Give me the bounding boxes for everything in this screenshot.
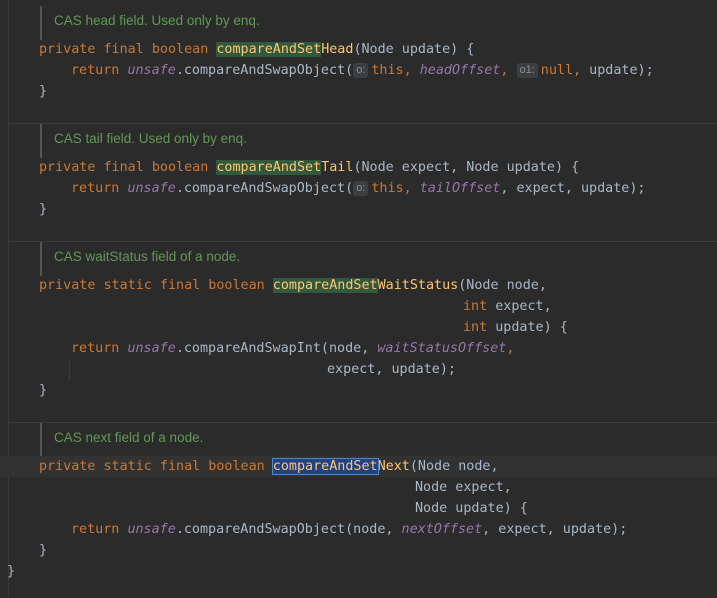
method-name: WaitStatus	[377, 278, 459, 293]
comma: ,	[403, 181, 420, 196]
field-ref: waitStatusOffset	[377, 341, 507, 356]
closing-brace: }	[39, 202, 48, 217]
method-name: Head	[321, 42, 354, 57]
search-highlight: compareAndSet	[272, 278, 378, 293]
keyword: private final boolean	[39, 42, 217, 57]
search-highlight: compareAndSet	[216, 42, 322, 57]
args: , expect, update);	[482, 522, 628, 537]
param-hint: o:	[353, 181, 369, 196]
keyword: this	[371, 181, 404, 196]
params: (Node expect, Node update) {	[353, 160, 580, 175]
param-continuation[interactable]: int update) {	[463, 317, 568, 338]
method-call: .compareAndSwapObject(	[175, 63, 354, 78]
return-statement[interactable]: return unsafe.compareAndSwapObject(o: thi…	[71, 178, 646, 199]
return-statement[interactable]: return unsafe.compareAndSwapObject(node,…	[71, 519, 627, 540]
doc-comment-text: CAS tail field. Used only by enq.	[54, 131, 247, 146]
keyword: private static final boolean	[39, 278, 273, 293]
keyword: return	[71, 181, 128, 196]
params: (Node node,	[409, 459, 499, 474]
keyword: null	[540, 63, 574, 78]
keyword: int	[463, 299, 488, 314]
params: expect,	[487, 299, 552, 314]
param-continuation[interactable]: int expect,	[463, 296, 552, 317]
method-call: .compareAndSwapObject(	[175, 181, 354, 196]
args: update);	[589, 63, 654, 78]
params: Node expect,	[415, 480, 512, 495]
doc-comment: CAS tail field. Used only by enq.	[40, 124, 717, 158]
doc-comment: CAS head field. Used only by enq.	[40, 6, 717, 40]
method-name: Next	[377, 459, 410, 474]
params: Node update) {	[415, 501, 528, 516]
method-signature[interactable]: private static final boolean compareAndS…	[39, 456, 499, 477]
field-ref: unsafe	[127, 63, 176, 78]
field-ref: nextOffset	[401, 522, 483, 537]
closing-brace: }	[39, 543, 48, 558]
method-call: .compareAndSwapObject(node,	[175, 522, 402, 537]
doc-comment-text: CAS waitStatus field of a node.	[54, 249, 241, 264]
args-continuation[interactable]: expect, update);	[327, 359, 456, 380]
param-hint: o1:	[516, 63, 538, 78]
doc-comment: CAS next field of a node.	[40, 423, 717, 457]
gutter-divider	[8, 0, 9, 598]
doc-comment: CAS waitStatus field of a node.	[40, 242, 717, 276]
params: (Node node,	[458, 278, 547, 293]
method-signature[interactable]: private final boolean compareAndSetHead(…	[39, 39, 474, 60]
field-ref: unsafe	[127, 522, 176, 537]
doc-comment-text: CAS next field of a node.	[54, 430, 204, 445]
comma: ,	[403, 63, 420, 78]
field-ref: tailOffset	[419, 181, 501, 196]
param-hint: o:	[353, 63, 369, 78]
closing-brace: }	[39, 84, 48, 99]
keyword: return	[71, 63, 128, 78]
args: , expect, update);	[500, 181, 646, 196]
args: expect, update);	[327, 362, 456, 377]
doc-comment-text: CAS head field. Used only by enq.	[54, 13, 260, 28]
keyword: private final boolean	[39, 160, 217, 175]
param-continuation[interactable]: Node update) {	[415, 498, 528, 519]
class-closing-brace: }	[7, 564, 16, 579]
keyword: int	[463, 320, 488, 335]
field-ref: unsafe	[127, 181, 176, 196]
param-continuation[interactable]: Node expect,	[415, 477, 512, 498]
return-statement[interactable]: return unsafe.compareAndSwapInt(node, wa…	[71, 338, 514, 359]
keyword: return	[71, 522, 128, 537]
comma: ,	[573, 63, 590, 78]
comma: ,	[506, 341, 515, 356]
selected-text: compareAndSet	[271, 458, 379, 475]
comma: ,	[500, 63, 517, 78]
method-call: .compareAndSwapInt(node,	[175, 341, 378, 356]
keyword: private static final boolean	[39, 459, 273, 474]
field-ref: headOffset	[419, 63, 501, 78]
keyword: this	[371, 63, 404, 78]
keyword: return	[71, 341, 128, 356]
indent-guide	[69, 360, 70, 380]
return-statement[interactable]: return unsafe.compareAndSwapObject(o: thi…	[71, 60, 654, 81]
params: update) {	[487, 320, 568, 335]
method-name: Tail	[321, 160, 354, 175]
params: (Node update) {	[353, 42, 475, 57]
method-signature[interactable]: private final boolean compareAndSetTail(…	[39, 157, 579, 178]
field-ref: unsafe	[127, 341, 176, 356]
code-editor[interactable]: CAS head field. Used only by enq. privat…	[0, 0, 717, 598]
method-signature[interactable]: private static final boolean compareAndS…	[39, 275, 547, 296]
closing-brace: }	[39, 383, 48, 398]
search-highlight: compareAndSet	[216, 160, 322, 175]
